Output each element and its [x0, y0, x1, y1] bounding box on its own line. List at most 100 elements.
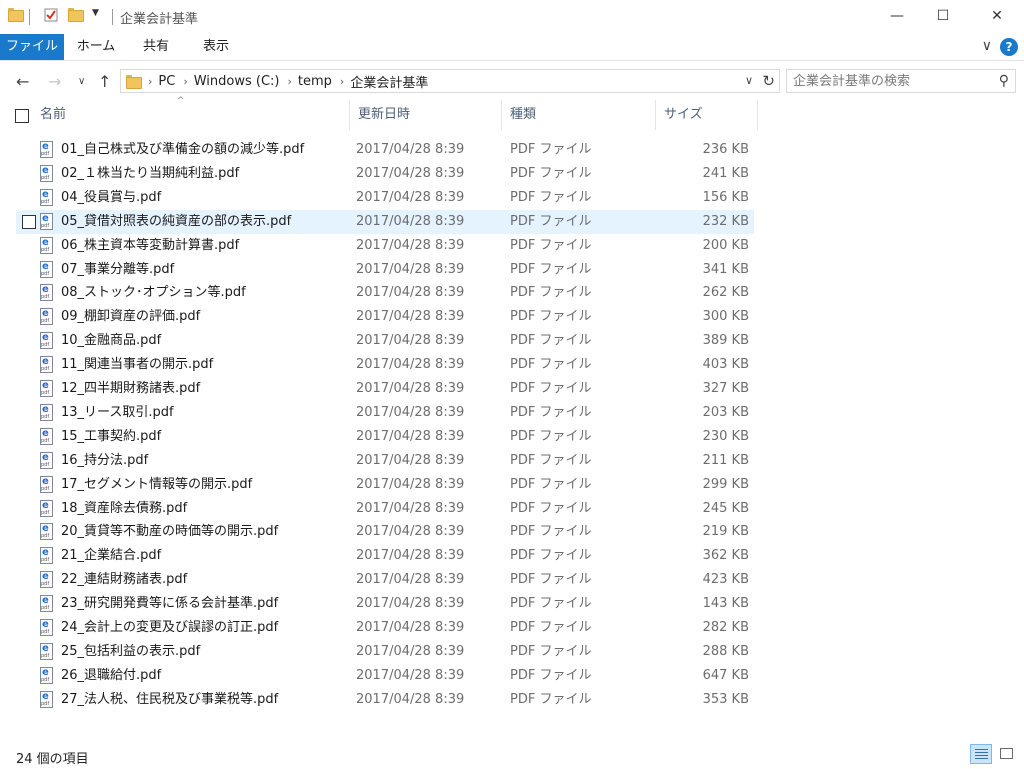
file-size: 403 KB	[702, 357, 749, 373]
breadcrumb-separator-icon[interactable]: ›	[148, 75, 152, 88]
pdf-file-icon: e pdf	[40, 595, 53, 613]
file-name: 22_連結財務諸表.pdf	[61, 572, 188, 588]
row-checkbox[interactable]	[22, 214, 36, 229]
file-row[interactable]: e pdf 25_包括利益の表示.pdf 2017/04/28 8:39 PDF ファイ…	[16, 640, 754, 664]
file-row[interactable]: e pdf 18_資産除去債務.pdf 2017/04/28 8:39 PDF ファイル…	[16, 497, 754, 521]
file-date: 2017/04/28 8:39	[356, 357, 465, 373]
file-row[interactable]: e pdf 01_自己株式及び準備金の額の減少等.pdf 2017/04/28 8:3…	[16, 138, 754, 162]
up-button[interactable]: ↑	[98, 72, 111, 91]
pdf-file-icon: e pdf	[40, 332, 53, 350]
pdf-file-icon: e pdf	[40, 666, 53, 684]
back-button[interactable]: ←	[16, 72, 29, 91]
breadcrumb-separator-icon[interactable]: ›	[183, 75, 187, 88]
column-date[interactable]: 更新日時	[350, 100, 502, 130]
file-type: PDF ファイル	[510, 333, 592, 349]
file-row[interactable]: e pdf 17_セグメント情報等の開示.pdf 2017/04/28 8:39 PDF…	[16, 473, 754, 497]
file-size: 647 KB	[702, 667, 749, 683]
search-input[interactable]	[793, 73, 983, 89]
pdf-file-icon: e pdf	[40, 499, 53, 517]
file-date: 2017/04/28 8:39	[356, 213, 465, 229]
file-size: 245 KB	[702, 500, 749, 516]
file-name: 16_持分法.pdf	[61, 452, 149, 468]
minimize-button[interactable]: —	[874, 0, 920, 32]
file-type: PDF ファイル	[510, 596, 592, 612]
help-icon[interactable]: ?	[1000, 38, 1018, 56]
customize-quick-access-icon[interactable]: ▼	[92, 8, 99, 18]
folder-icon	[126, 75, 142, 89]
breadcrumb-temp[interactable]: temp	[298, 74, 332, 89]
refresh-icon[interactable]: ↻	[762, 72, 775, 90]
column-size[interactable]: サイズ	[656, 100, 758, 130]
file-row[interactable]: e pdf 22_連結財務諸表.pdf 2017/04/28 8:39 PDF ファイル…	[16, 568, 754, 592]
new-folder-icon[interactable]	[68, 8, 84, 22]
file-name: 09_棚卸資産の評価.pdf	[61, 309, 201, 325]
file-name: 24_会計上の変更及び誤謬の訂正.pdf	[61, 620, 279, 635]
file-row[interactable]: e pdf 02_１株当たり当期純利益.pdf 2017/04/28 8:39 PDF …	[16, 162, 754, 186]
folder-icon[interactable]	[8, 8, 24, 22]
maximize-button[interactable]: ☐	[920, 0, 966, 32]
file-row[interactable]: e pdf 07_事業分離等.pdf 2017/04/28 8:39 PDF ファイル 3…	[16, 258, 754, 282]
file-row[interactable]: e pdf 15_工事契約.pdf 2017/04/28 8:39 PDF ファイル 23…	[16, 425, 754, 449]
recent-locations-button[interactable]: ∨	[78, 76, 85, 87]
file-row[interactable]: e pdf 12_四半期財務諸表.pdf 2017/04/28 8:39 PDF ファイ…	[16, 377, 754, 401]
column-type[interactable]: 種類	[502, 100, 656, 130]
file-row[interactable]: e pdf 23_研究開発費等に係る会計基準.pdf 2017/04/28 8:39 P…	[16, 592, 754, 616]
quick-access-separator	[29, 9, 30, 25]
tab-home[interactable]: ホーム	[68, 34, 124, 60]
file-name: 26_退職給付.pdf	[61, 667, 162, 683]
breadcrumb-separator-icon[interactable]: ›	[288, 75, 292, 88]
file-row[interactable]: e pdf 06_株主資本等変動計算書.pdf 2017/04/28 8:39 PDF …	[16, 234, 754, 258]
file-row[interactable]: e pdf 09_棚卸資産の評価.pdf 2017/04/28 8:39 PDF ファイ…	[16, 305, 754, 329]
file-name: 11_関連当事者の開示.pdf	[61, 357, 214, 373]
address-dropdown-icon[interactable]: ∨	[745, 74, 753, 87]
file-size: 219 KB	[702, 524, 749, 540]
pdf-file-icon: e pdf	[40, 380, 53, 397]
file-row[interactable]: e pdf 08_ストック･オプション等.pdf 2017/04/28 8:39 PDF…	[16, 281, 754, 305]
file-row[interactable]: e pdf 24_会計上の変更及び誤謬の訂正.pdf 2017/04/28 8:39 P…	[16, 616, 754, 640]
breadcrumb-pc[interactable]: PC	[158, 74, 175, 89]
select-all-checkbox[interactable]	[15, 109, 29, 123]
file-date: 2017/04/28 8:39	[356, 165, 465, 181]
tab-view[interactable]: 表示	[190, 34, 242, 60]
file-row[interactable]: e pdf 04_役員賞与.pdf 2017/04/28 8:39 PDF ファイル 15…	[16, 186, 754, 210]
expand-ribbon-icon[interactable]: ∨	[982, 38, 992, 54]
file-type: PDF ファイル	[510, 165, 592, 181]
breadcrumb-drive[interactable]: Windows (C:)	[194, 74, 280, 89]
forward-button[interactable]: →	[48, 72, 61, 91]
status-bar: 24 個の項目	[0, 742, 1024, 769]
large-icons-view-icon[interactable]	[996, 744, 1018, 764]
file-date: 2017/04/28 8:39	[356, 261, 465, 277]
file-row[interactable]: e pdf 10_金融商品.pdf 2017/04/28 8:39 PDF ファイル 38…	[16, 329, 754, 353]
file-size: 299 KB	[702, 476, 749, 492]
tab-share[interactable]: 共有	[130, 34, 182, 60]
breadcrumb-current-folder[interactable]: 企業会計基準	[350, 72, 428, 91]
search-icon[interactable]: ⚲	[999, 73, 1009, 89]
file-date: 2017/04/28 8:39	[356, 237, 465, 253]
breadcrumb-separator-icon[interactable]: ›	[340, 75, 344, 88]
column-name[interactable]: 名前	[32, 100, 350, 130]
window-title: 企業会計基準	[120, 12, 199, 27]
navigation-bar: ← → ∨ ↑ › PC › Windows (C:) › temp › 企業会…	[0, 62, 1024, 100]
file-row[interactable]: e pdf 27_法人税、住民税及び事業税等.pdf 2017/04/28 8:39 P…	[16, 688, 754, 712]
file-row[interactable]: e pdf 26_退職給付.pdf 2017/04/28 8:39 PDF ファイル 64…	[16, 664, 754, 688]
file-date: 2017/04/28 8:39	[356, 428, 465, 444]
file-row[interactable]: e pdf 11_関連当事者の開示.pdf 2017/04/28 8:39 PDF ファ…	[16, 353, 754, 377]
pdf-file-icon: e pdf	[40, 284, 53, 302]
file-row[interactable]: e pdf 21_企業結合.pdf 2017/04/28 8:39 PDF ファイル 36…	[16, 544, 754, 568]
file-type: PDF ファイル	[510, 189, 592, 205]
properties-icon[interactable]	[44, 8, 58, 22]
address-bar[interactable]: › PC › Windows (C:) › temp › 企業会計基準 ∨ ↻	[120, 69, 780, 93]
file-row[interactable]: e pdf 13_リース取引.pdf 2017/04/28 8:39 PDF ファイル 2…	[16, 401, 754, 425]
tab-file[interactable]: ファイル	[0, 34, 64, 60]
pdf-file-icon: e pdf	[40, 427, 53, 445]
file-row[interactable]: e pdf 16_持分法.pdf 2017/04/28 8:39 PDF ファイル 211…	[16, 449, 754, 473]
details-view-icon[interactable]	[970, 744, 992, 764]
close-button[interactable]: ✕	[974, 0, 1020, 32]
search-box: ⚲	[786, 69, 1016, 93]
title-separator	[112, 9, 113, 25]
pdf-file-icon: e pdf	[40, 642, 53, 660]
file-row[interactable]: e pdf 05_貸借対照表の純資産の部の表示.pdf 2017/04/28 8:39…	[16, 209, 754, 234]
file-date: 2017/04/28 8:39	[356, 285, 465, 301]
file-type: PDF ファイル	[510, 500, 592, 516]
file-row[interactable]: e pdf 20_賃貸等不動産の時価等の開示.pdf 2017/04/28 8:39 P…	[16, 520, 754, 544]
